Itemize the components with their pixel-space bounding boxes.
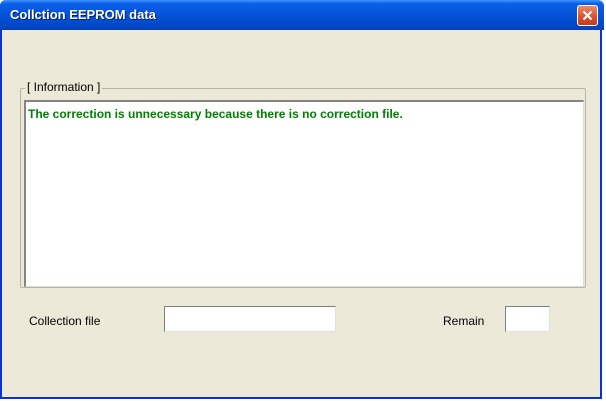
collection-file-label: Collection file [29,314,101,328]
window-title: Collction EEPROM data [10,7,156,22]
close-icon [582,10,593,21]
title-bar[interactable]: Collction EEPROM data [0,0,604,30]
information-textbox[interactable]: The correction is unnecessary because th… [24,100,584,287]
remain-input[interactable] [505,306,550,332]
collection-file-input[interactable] [164,306,336,332]
close-button[interactable] [577,5,598,26]
information-message: The correction is unnecessary because th… [28,107,403,121]
information-legend: [ Information ] [25,80,103,94]
remain-label: Remain [443,314,485,328]
